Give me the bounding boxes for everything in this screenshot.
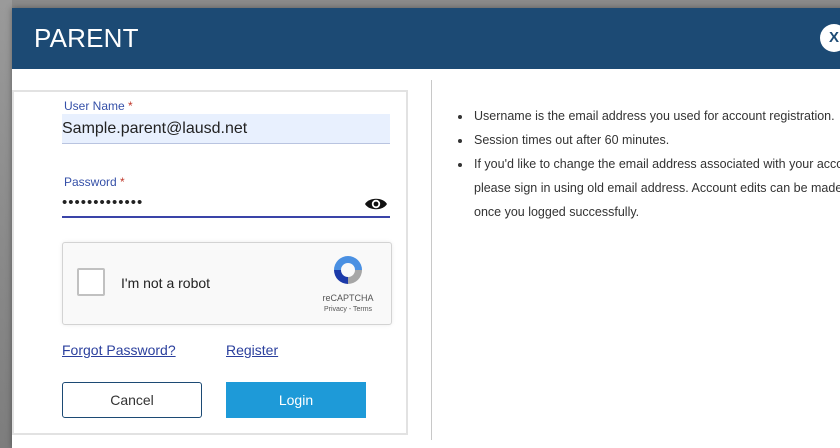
username-label-text: User Name	[64, 99, 125, 113]
recaptcha-privacy-terms[interactable]: Privacy - Terms	[303, 306, 393, 313]
password-label: Password *	[64, 175, 125, 189]
username-input[interactable]	[62, 114, 390, 144]
info-item: Username is the email address you used f…	[472, 104, 840, 128]
info-item: If you'd like to change the email addres…	[472, 152, 840, 224]
page-backdrop	[0, 0, 12, 448]
required-marker: *	[120, 175, 125, 189]
recaptcha-label: I'm not a robot	[121, 275, 211, 291]
modal-header: PARENT X	[12, 8, 840, 69]
recaptcha-logo-icon	[334, 256, 362, 284]
required-marker: *	[128, 99, 133, 113]
info-list: Username is the email address you used f…	[456, 104, 840, 224]
password-label-text: Password	[64, 175, 117, 189]
info-item: Session times out after 60 minutes.	[472, 128, 840, 152]
cancel-button[interactable]: Cancel	[62, 382, 202, 418]
recaptcha-checkbox[interactable]	[77, 268, 105, 296]
panel-divider	[431, 80, 432, 440]
parent-login-modal: PARENT X User Name * Password * I'm not …	[12, 8, 840, 448]
forgot-password-link[interactable]: Forgot Password?	[62, 342, 176, 358]
recaptcha-brand: reCAPTCHA	[322, 293, 374, 303]
login-button[interactable]: Login	[226, 382, 366, 418]
username-label: User Name *	[64, 99, 133, 113]
eye-icon[interactable]	[364, 196, 388, 212]
modal-title: PARENT	[34, 23, 139, 53]
register-link[interactable]: Register	[226, 342, 278, 358]
close-button[interactable]: X	[820, 24, 840, 52]
recaptcha-widget: I'm not a robot reCAPTCHA Privacy - Term…	[62, 242, 392, 325]
password-input[interactable]	[62, 188, 390, 218]
